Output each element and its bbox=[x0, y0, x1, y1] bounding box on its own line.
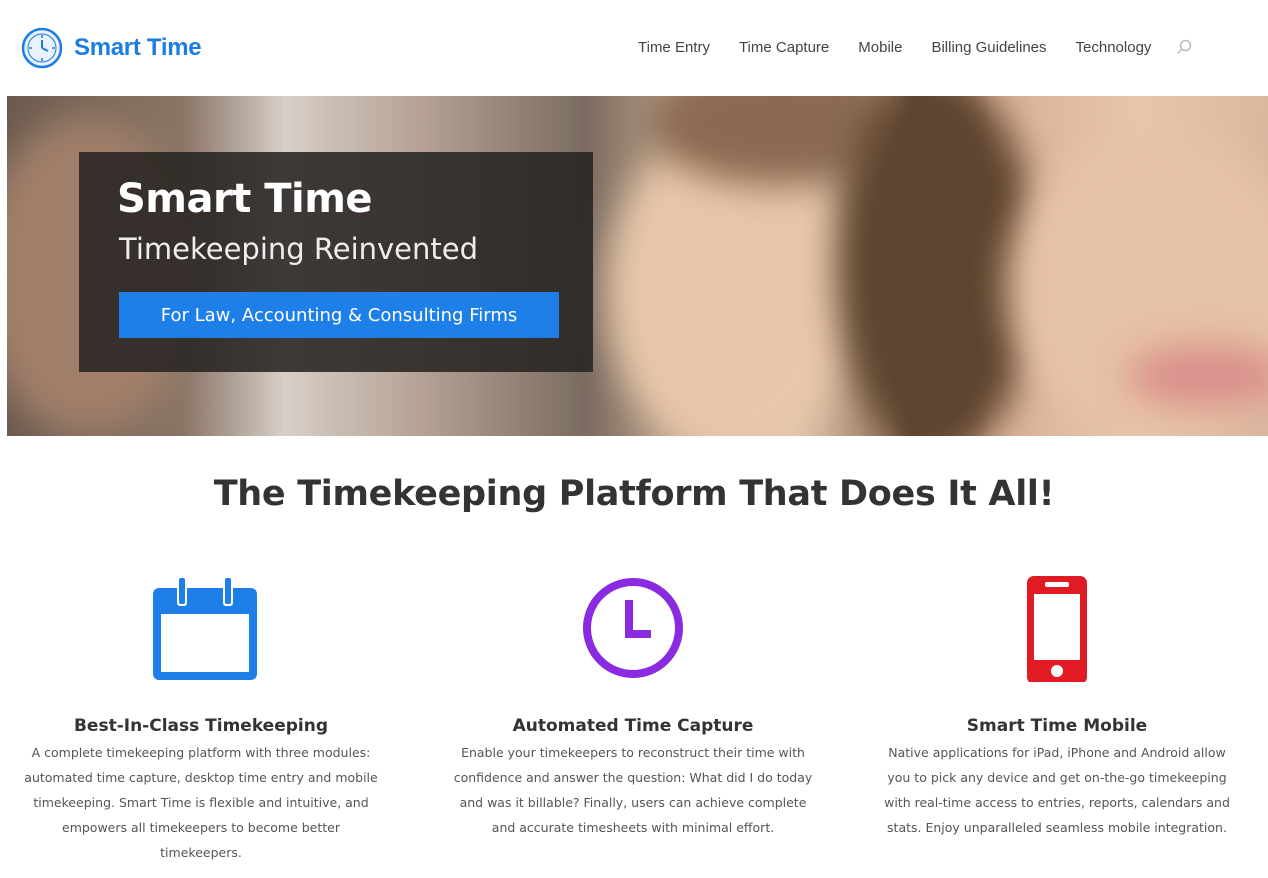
feature-timekeeping: Best-In-Class Timekeeping A complete tim… bbox=[6, 570, 396, 865]
site-header: Smart Time Time Entry Time Capture Mobil… bbox=[0, 0, 1268, 96]
nav-item-time-entry[interactable]: Time Entry bbox=[638, 39, 710, 56]
search-icon[interactable] bbox=[1175, 38, 1193, 56]
nav-item-mobile[interactable]: Mobile bbox=[858, 39, 902, 56]
clock-logo-icon bbox=[21, 27, 63, 69]
feature-mobile: Smart Time Mobile Native applications fo… bbox=[862, 570, 1252, 840]
nav-item-billing-guidelines[interactable]: Billing Guidelines bbox=[931, 39, 1046, 56]
hero-banner: Smart Time Timekeeping Reinvented For La… bbox=[7, 96, 1268, 436]
hero-subtitle: Timekeeping Reinvented bbox=[119, 232, 479, 266]
hero-cta-button[interactable]: For Law, Accounting & Consulting Firms bbox=[119, 292, 559, 338]
feature-description: Enable your timekeepers to reconstruct t… bbox=[453, 745, 813, 835]
clock-icon bbox=[583, 578, 683, 678]
hero-photo-blur bbox=[837, 96, 1037, 436]
nav-item-time-capture[interactable]: Time Capture bbox=[739, 39, 829, 56]
feature-title: Smart Time Mobile bbox=[966, 716, 1148, 736]
logo-text: Smart Time bbox=[74, 34, 202, 61]
feature-title: Automated Time Capture bbox=[512, 716, 754, 736]
feature-time-capture: Automated Time Capture Enable your timek… bbox=[438, 570, 828, 840]
smartphone-icon bbox=[1027, 576, 1087, 682]
hero-title: Smart Time bbox=[117, 176, 373, 222]
feature-description: A complete timekeeping platform with thr… bbox=[24, 745, 378, 860]
logo[interactable]: Smart Time bbox=[20, 26, 202, 70]
main-nav: Time Entry Time Capture Mobile Billing G… bbox=[638, 38, 1193, 56]
hero-caption-box: Smart Time Timekeeping Reinvented For La… bbox=[79, 152, 593, 372]
nav-item-technology[interactable]: Technology bbox=[1076, 39, 1152, 56]
features-section: Best-In-Class Timekeeping A complete tim… bbox=[0, 570, 1268, 878]
feature-description: Native applications for iPad, iPhone and… bbox=[884, 745, 1230, 835]
calendar-icon bbox=[153, 576, 257, 680]
feature-title: Best-In-Class Timekeeping bbox=[73, 716, 329, 736]
page-headline: The Timekeeping Platform That Does It Al… bbox=[213, 474, 1055, 514]
